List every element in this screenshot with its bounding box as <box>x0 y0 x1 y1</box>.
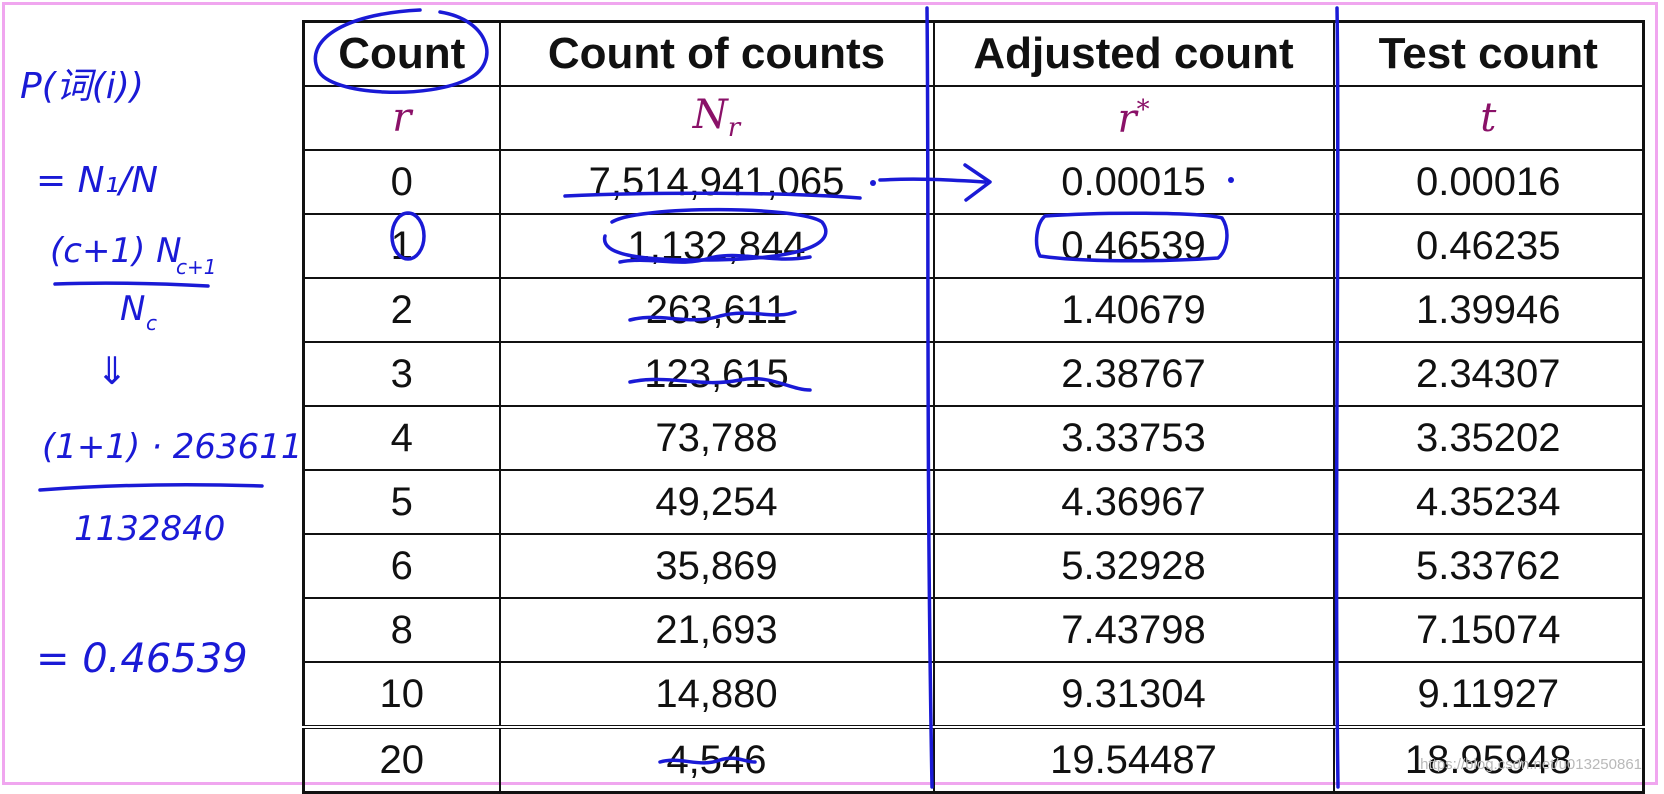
cell-count: 10 <box>302 661 501 728</box>
table-row: 5 49,254 4.36967 4.35234 <box>302 469 1645 535</box>
cell-adjusted-count: 1.40679 <box>932 277 1335 343</box>
cell-count: 4 <box>302 405 501 471</box>
cell-count: 20 <box>302 725 501 794</box>
cell-adjusted-count: 5.32928 <box>932 533 1335 599</box>
watermark-url: https://blog.csdn.net/u013250861 <box>1420 756 1642 773</box>
table-row: 4 73,788 3.33753 3.35202 <box>302 405 1645 471</box>
cell-count: 8 <box>302 597 501 663</box>
table-row: 0 7,514,941,065 0.00015 0.00016 <box>302 149 1645 215</box>
cell-adjusted-count: 2.38767 <box>932 341 1335 407</box>
cell-count: 1 <box>302 213 501 279</box>
cell-test-count: 1.39946 <box>1332 277 1645 343</box>
cell-test-count: 4.35234 <box>1332 469 1645 535</box>
cell-count-of-counts: 4,546 <box>498 725 935 794</box>
cell-count-of-counts: 263,611 <box>498 277 935 343</box>
header-adjusted-count: Adjusted count <box>932 20 1335 87</box>
symbol-row: r Nr r* t <box>302 85 1645 151</box>
cell-count-of-counts: 35,869 <box>498 533 935 599</box>
table-row: 6 35,869 5.32928 5.33762 <box>302 533 1645 599</box>
cell-count-of-counts: 1,132,844 <box>498 213 935 279</box>
cell-adjusted-count: 19.54487 <box>932 725 1335 794</box>
symbol-t: t <box>1332 85 1645 151</box>
cell-test-count: 7.15074 <box>1332 597 1645 663</box>
cell-count-of-counts: 14,880 <box>498 661 935 728</box>
cell-count: 6 <box>302 533 501 599</box>
table-row: 2 263,611 1.40679 1.39946 <box>302 277 1645 343</box>
table-row: 8 21,693 7.43798 7.15074 <box>302 597 1645 663</box>
table-row: 3 123,615 2.38767 2.34307 <box>302 341 1645 407</box>
table-row: 1 1,132,844 0.46539 0.46235 <box>302 213 1645 279</box>
cell-count-of-counts: 21,693 <box>498 597 935 663</box>
cell-count-of-counts: 7,514,941,065 <box>498 149 935 215</box>
cell-adjusted-count: 3.33753 <box>932 405 1335 471</box>
cell-count: 2 <box>302 277 501 343</box>
cell-count: 3 <box>302 341 501 407</box>
cell-count-of-counts: 73,788 <box>498 405 935 471</box>
cell-count-of-counts: 49,254 <box>498 469 935 535</box>
cell-test-count: 3.35202 <box>1332 405 1645 471</box>
cell-adjusted-count: 4.36967 <box>932 469 1335 535</box>
cell-adjusted-count: 0.00015 <box>932 149 1335 215</box>
header-count-of-counts: Count of counts <box>498 20 935 87</box>
header-count: Count <box>302 20 501 87</box>
symbol-r: r <box>302 85 501 151</box>
symbol-r-star: r* <box>932 85 1335 151</box>
cell-adjusted-count: 9.31304 <box>932 661 1335 728</box>
cell-test-count: 2.34307 <box>1332 341 1645 407</box>
symbol-nr: Nr <box>498 85 935 151</box>
cell-test-count: 9.11927 <box>1332 661 1645 728</box>
cell-count: 0 <box>302 149 501 215</box>
cell-adjusted-count: 0.46539 <box>932 213 1335 279</box>
cell-adjusted-count: 7.43798 <box>932 597 1335 663</box>
good-turing-table: Count Count of counts Adjusted count Tes… <box>302 20 1645 794</box>
header-test-count: Test count <box>1332 20 1645 87</box>
header-row: Count Count of counts Adjusted count Tes… <box>302 20 1645 87</box>
cell-test-count: 0.00016 <box>1332 149 1645 215</box>
table-row: 10 14,880 9.31304 9.11927 <box>302 661 1645 728</box>
cell-count: 5 <box>302 469 501 535</box>
cell-test-count: 5.33762 <box>1332 533 1645 599</box>
cell-test-count: 0.46235 <box>1332 213 1645 279</box>
cell-count-of-counts: 123,615 <box>498 341 935 407</box>
